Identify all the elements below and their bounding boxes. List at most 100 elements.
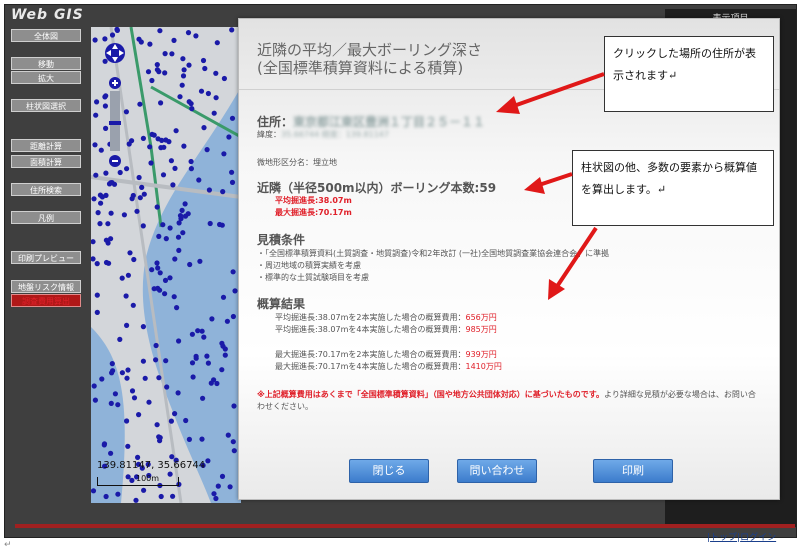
boring-point[interactable] [169,51,175,57]
boring-point[interactable] [140,324,146,330]
boring-point[interactable] [95,210,101,216]
boring-point[interactable] [214,40,220,46]
boring-point[interactable] [163,236,169,242]
boring-point[interactable] [137,101,143,107]
boring-point[interactable] [103,237,109,243]
boring-point[interactable] [115,402,121,408]
boring-point[interactable] [140,223,146,229]
boring-point[interactable] [189,106,195,112]
boring-point[interactable] [171,37,177,43]
boring-point[interactable] [171,294,177,300]
boring-point[interactable] [199,328,205,334]
boring-point[interactable] [181,143,187,149]
boring-point[interactable] [175,390,181,396]
sidebar-item-address-search[interactable]: 住所検索 [11,183,81,196]
boring-point[interactable] [163,358,169,364]
boring-point[interactable] [214,380,220,387]
boring-point[interactable] [115,491,121,497]
boring-point[interactable] [229,179,236,185]
zoom-slider-handle[interactable] [109,121,121,125]
sidebar-item-print-preview[interactable]: 印刷プレビュー [11,251,81,264]
boring-point[interactable] [153,342,159,349]
boring-point[interactable] [119,275,125,281]
boring-point[interactable] [202,65,208,72]
boring-point[interactable] [157,435,163,441]
boring-point[interactable] [176,338,182,344]
boring-point[interactable] [147,41,153,47]
boring-point[interactable] [205,360,211,366]
boring-point[interactable] [221,75,227,82]
boring-point[interactable] [162,51,168,57]
boring-point[interactable] [189,331,195,337]
boring-point[interactable] [190,374,196,380]
boring-point[interactable] [167,225,173,231]
boring-point[interactable] [180,73,187,79]
zoom-in-icon[interactable] [109,77,121,89]
boring-point[interactable] [125,443,131,449]
boring-point[interactable] [108,210,114,216]
close-button[interactable]: 閉じる [349,459,429,483]
boring-point[interactable] [231,448,237,454]
boring-point[interactable] [225,432,231,438]
boring-point[interactable] [154,67,160,73]
boring-point[interactable] [173,128,179,134]
boring-point[interactable] [127,250,133,256]
boring-point[interactable] [93,172,99,178]
boring-point[interactable] [166,139,172,145]
boring-point[interactable] [108,450,114,456]
inquiry-button[interactable]: 問い合わせ [457,459,537,483]
sidebar-item-ground-risk[interactable]: 地盤リスク情報 [11,280,81,293]
boring-point[interactable] [110,368,116,374]
boring-point[interactable] [181,67,187,73]
boring-point[interactable] [103,259,110,266]
boring-point[interactable] [156,233,162,239]
zoom-out-icon[interactable] [109,155,121,167]
sidebar-item-legend[interactable]: 凡例 [11,211,81,224]
boring-point[interactable] [229,169,235,175]
boring-point[interactable] [162,277,169,283]
boring-point[interactable] [208,380,214,386]
boring-point[interactable] [219,340,225,346]
boring-point[interactable] [220,189,226,195]
boring-point[interactable] [204,353,210,359]
print-button[interactable]: 印刷 [593,459,673,483]
boring-point[interactable] [103,493,109,500]
boring-point[interactable] [230,269,236,275]
boring-point[interactable] [167,275,173,281]
boring-point[interactable] [98,200,104,206]
boring-point[interactable] [125,272,131,278]
boring-point[interactable] [145,69,152,75]
boring-point[interactable] [226,134,232,140]
boring-point[interactable] [140,358,146,364]
boring-point[interactable] [198,88,205,94]
sidebar-item-boring-select[interactable]: 柱状図選択 [11,99,81,112]
boring-point[interactable] [221,151,227,157]
boring-point[interactable] [91,383,97,389]
boring-point[interactable] [222,352,228,358]
boring-point[interactable] [97,221,103,227]
boring-point[interactable] [94,99,100,105]
boring-point[interactable] [227,484,233,490]
boring-point[interactable] [230,439,236,445]
boring-point[interactable] [125,367,131,373]
boring-point[interactable] [168,158,174,164]
boring-point[interactable] [219,367,225,373]
boring-point[interactable] [153,357,159,363]
boring-point[interactable] [162,291,168,297]
boring-point[interactable] [124,375,130,381]
boring-point[interactable] [108,400,114,406]
boring-point[interactable] [175,234,182,240]
boring-point[interactable] [101,442,107,448]
boring-point[interactable] [141,191,147,197]
boring-point[interactable] [185,30,192,36]
boring-point[interactable] [196,177,202,183]
boring-point[interactable] [217,221,223,228]
boring-point[interactable] [206,187,212,193]
footer-link-login[interactable]: ログイン [740,533,776,543]
boring-point[interactable] [224,318,230,324]
boring-point[interactable] [154,260,160,266]
boring-point[interactable] [142,375,148,381]
boring-point[interactable] [160,222,166,228]
boring-point[interactable] [133,497,139,503]
boring-point[interactable] [158,493,164,500]
